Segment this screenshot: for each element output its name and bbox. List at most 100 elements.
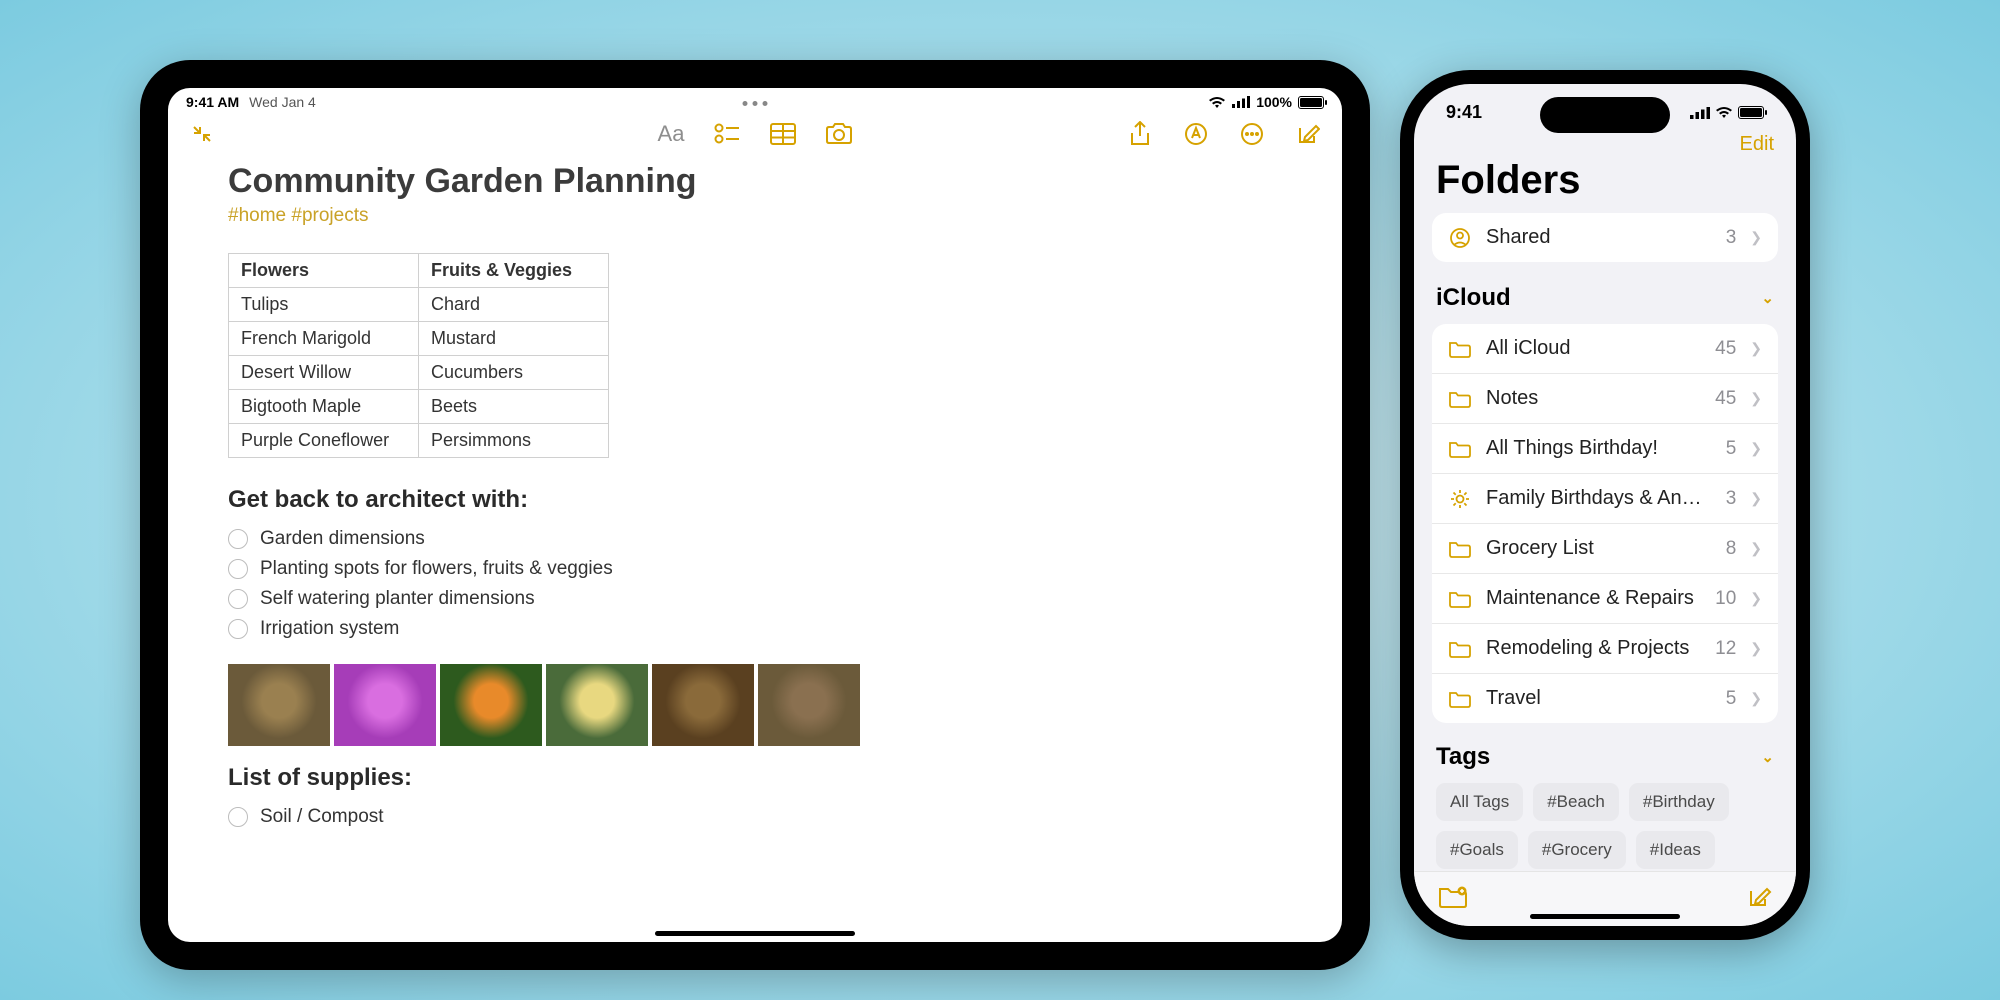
row-label: Notes <box>1486 387 1701 410</box>
tag-chip[interactable]: #Ideas <box>1636 831 1715 869</box>
note-content[interactable]: Community Garden Planning #home #project… <box>168 162 1342 832</box>
architect-checklist[interactable]: Garden dimensions Planting spots for flow… <box>228 524 1282 644</box>
checkbox-icon[interactable] <box>228 807 248 827</box>
table-row[interactable]: Bigtooth MapleBeets <box>229 390 609 424</box>
row-count: 5 <box>1726 688 1737 710</box>
tag-chip[interactable]: #Grocery <box>1528 831 1626 869</box>
table-row[interactable]: Purple ConeflowerPersimmons <box>229 424 609 458</box>
folder-row[interactable]: Remodeling & Projects12❯ <box>1432 623 1778 673</box>
table-row[interactable]: French MarigoldMustard <box>229 322 609 356</box>
checklist-item[interactable]: Self watering planter dimensions <box>228 584 1282 614</box>
checklist-item[interactable]: Soil / Compost <box>228 802 1282 832</box>
table-cell[interactable]: Purple Coneflower <box>229 424 419 458</box>
home-indicator[interactable] <box>655 931 855 936</box>
text-format-icon[interactable]: Aa <box>657 120 685 148</box>
chevron-right-icon: ❯ <box>1750 540 1762 557</box>
table-cell[interactable]: Beets <box>419 390 609 424</box>
tags-header[interactable]: Tags ⌄ <box>1414 737 1796 777</box>
checklist-item[interactable]: Planting spots for flowers, fruits & veg… <box>228 554 1282 584</box>
row-label: Remodeling & Projects <box>1486 637 1701 660</box>
share-icon[interactable] <box>1126 120 1154 148</box>
multitasking-dots[interactable] <box>743 101 768 106</box>
chevron-down-icon: ⌄ <box>1761 289 1774 307</box>
checklist-item[interactable]: Irrigation system <box>228 614 1282 644</box>
plant-table[interactable]: FlowersFruits & Veggies TulipsChardFrenc… <box>228 253 609 458</box>
image-thumbnail[interactable] <box>228 664 330 746</box>
table-row[interactable]: Desert WillowCucumbers <box>229 356 609 390</box>
checkbox-icon[interactable] <box>228 559 248 579</box>
tag-chip[interactable]: All Tags <box>1436 783 1523 821</box>
chevron-right-icon: ❯ <box>1750 640 1762 657</box>
edit-button[interactable]: Edit <box>1740 133 1774 156</box>
image-thumbnail[interactable] <box>334 664 436 746</box>
folder-row[interactable]: Family Birthdays & Anniversaries3❯ <box>1432 473 1778 523</box>
image-thumbnail[interactable] <box>546 664 648 746</box>
gear-icon <box>1448 488 1472 510</box>
table-header: Fruits & Veggies <box>419 254 609 288</box>
checklist-item[interactable]: Garden dimensions <box>228 524 1282 554</box>
icloud-folder-list: All iCloud45❯Notes45❯All Things Birthday… <box>1432 324 1778 723</box>
row-count: 10 <box>1715 588 1736 610</box>
camera-icon[interactable] <box>825 120 853 148</box>
table-cell[interactable]: Tulips <box>229 288 419 322</box>
battery-icon <box>1738 106 1764 119</box>
tag-chip[interactable]: #Goals <box>1436 831 1518 869</box>
tag-chip[interactable]: #Birthday <box>1629 783 1729 821</box>
folder-row[interactable]: Notes45❯ <box>1432 373 1778 423</box>
folder-icon <box>1448 590 1472 608</box>
more-icon[interactable] <box>1238 120 1266 148</box>
checkbox-icon[interactable] <box>228 619 248 639</box>
row-count: 5 <box>1726 438 1737 460</box>
section-label: Tags <box>1436 743 1490 771</box>
table-cell[interactable]: French Marigold <box>229 322 419 356</box>
supplies-checklist[interactable]: Soil / Compost <box>228 802 1282 832</box>
compose-icon[interactable] <box>1746 884 1772 910</box>
table-cell[interactable]: Chard <box>419 288 609 322</box>
compose-icon[interactable] <box>1294 120 1322 148</box>
home-indicator[interactable] <box>1530 914 1680 919</box>
table-cell[interactable]: Desert Willow <box>229 356 419 390</box>
new-folder-icon[interactable] <box>1438 885 1468 909</box>
table-cell[interactable]: Persimmons <box>419 424 609 458</box>
shared-row[interactable]: Shared 3 ❯ <box>1432 213 1778 262</box>
checklist-label: Planting spots for flowers, fruits & veg… <box>260 558 613 580</box>
markup-icon[interactable] <box>1182 120 1210 148</box>
row-label: Travel <box>1486 687 1712 710</box>
checklist-icon[interactable] <box>713 120 741 148</box>
checklist-label: Irrigation system <box>260 618 399 640</box>
chevron-right-icon: ❯ <box>1750 440 1762 457</box>
folder-row[interactable]: All Things Birthday!5❯ <box>1432 423 1778 473</box>
table-cell[interactable]: Bigtooth Maple <box>229 390 419 424</box>
folder-icon <box>1448 340 1472 358</box>
row-count: 3 <box>1726 488 1737 510</box>
folder-icon <box>1448 390 1472 408</box>
table-row[interactable]: TulipsChard <box>229 288 609 322</box>
table-cell[interactable]: Cucumbers <box>419 356 609 390</box>
folder-row[interactable]: Travel 5 ❯ <box>1432 673 1778 723</box>
battery-percent: 100% <box>1256 94 1292 110</box>
image-thumbnails[interactable] <box>228 664 1282 746</box>
icloud-header[interactable]: iCloud ⌄ <box>1414 278 1796 318</box>
chevron-right-icon: ❯ <box>1750 229 1762 246</box>
checkbox-icon[interactable] <box>228 529 248 549</box>
image-thumbnail[interactable] <box>758 664 860 746</box>
table-cell[interactable]: Mustard <box>419 322 609 356</box>
checkbox-icon[interactable] <box>228 589 248 609</box>
folder-icon <box>1448 540 1472 558</box>
folder-icon <box>1448 690 1472 708</box>
shared-icon <box>1448 227 1472 249</box>
row-label: Grocery List <box>1486 537 1712 560</box>
folder-row[interactable]: All iCloud45❯ <box>1432 324 1778 373</box>
image-thumbnail[interactable] <box>440 664 542 746</box>
table-icon[interactable] <box>769 120 797 148</box>
image-thumbnail[interactable] <box>652 664 754 746</box>
chevron-right-icon: ❯ <box>1750 690 1762 707</box>
checklist-label: Garden dimensions <box>260 528 425 550</box>
row-label: Shared <box>1486 226 1712 249</box>
note-tags[interactable]: #home #projects <box>228 205 1282 227</box>
folder-row[interactable]: Maintenance & Repairs10❯ <box>1432 573 1778 623</box>
folder-row[interactable]: Grocery List8❯ <box>1432 523 1778 573</box>
tag-chip[interactable]: #Beach <box>1533 783 1619 821</box>
chevron-right-icon: ❯ <box>1750 340 1762 357</box>
collapse-icon[interactable] <box>188 120 216 148</box>
